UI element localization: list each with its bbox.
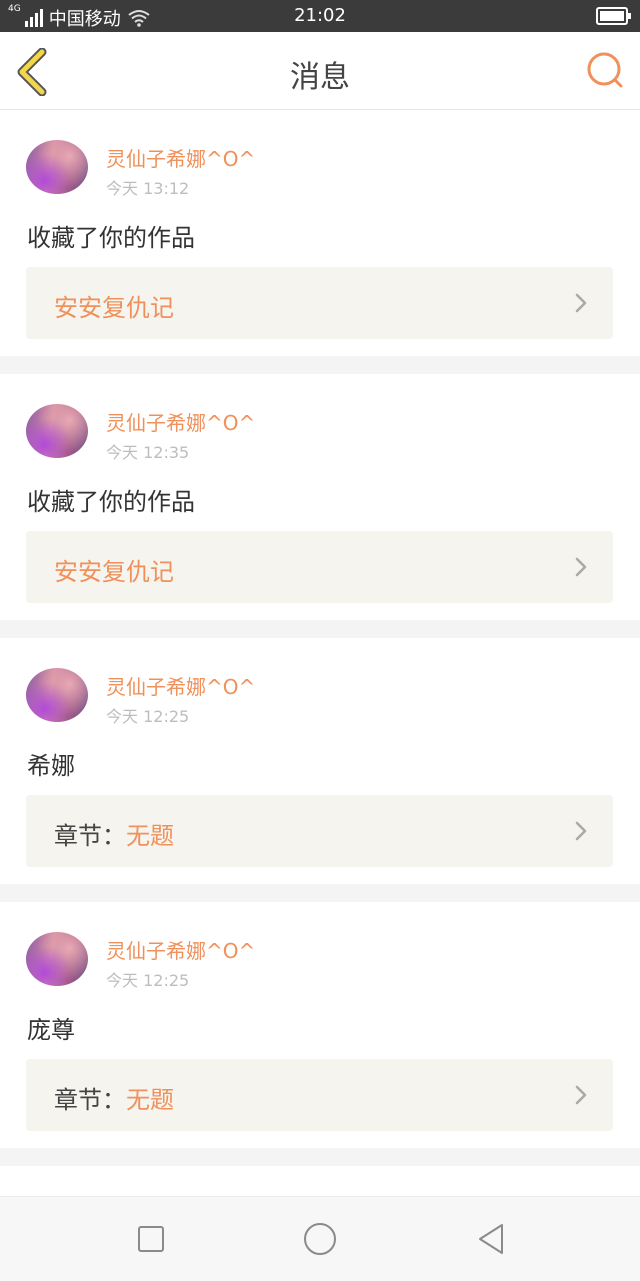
message-time: 今天 12:35	[106, 443, 190, 462]
status-bar: 4G 中国移动 21:02	[0, 0, 640, 32]
system-nav-bar	[0, 1196, 640, 1281]
message-text: 希娜	[27, 752, 75, 780]
battery-icon	[596, 7, 631, 25]
search-button[interactable]	[584, 50, 626, 92]
page-title: 消息	[290, 60, 350, 95]
message-card: 灵仙子希娜^O^ 今天 12:25 希娜 章节：无题	[0, 638, 640, 884]
message-text: 收藏了你的作品	[27, 224, 195, 252]
work-link[interactable]: 安安复仇记	[26, 531, 613, 603]
username[interactable]: 灵仙子希娜^O^	[106, 671, 255, 700]
home-button[interactable]	[302, 1221, 338, 1257]
message-time: 今天 12:25	[106, 707, 190, 726]
message-card: 灵仙子希娜^O^ 今天 12:25 庞尊 章节：无题	[0, 902, 640, 1148]
circle-icon	[304, 1223, 336, 1255]
work-title: 安安复仇记	[54, 294, 174, 322]
avatar[interactable]	[26, 404, 88, 458]
chapter-title: 无题	[126, 1086, 174, 1114]
recent-apps-button[interactable]	[133, 1221, 169, 1257]
chevron-right-icon	[575, 293, 587, 313]
message-card: 灵仙子希娜^O^ 今天 13:12 收藏了你的作品 安安复仇记	[0, 110, 640, 356]
link-prefix: 章节：	[54, 822, 126, 850]
message-text: 收藏了你的作品	[27, 488, 195, 516]
avatar[interactable]	[26, 668, 88, 722]
app-header: 消息	[0, 32, 640, 110]
search-icon	[587, 52, 623, 88]
avatar[interactable]	[26, 140, 88, 194]
work-link-text: 安安复仇记	[54, 288, 174, 323]
work-title: 安安复仇记	[54, 558, 174, 586]
message-text: 庞尊	[27, 1016, 75, 1044]
username[interactable]: 灵仙子希娜^O^	[106, 935, 255, 964]
message-time: 今天 13:12	[106, 179, 190, 198]
message-card: 灵仙子希娜^O^ 今天 12:35 收藏了你的作品 安安复仇记	[0, 374, 640, 620]
username[interactable]: 灵仙子希娜^O^	[106, 143, 255, 172]
work-link-text: 安安复仇记	[54, 552, 174, 587]
chapter-link[interactable]: 章节：无题	[26, 795, 613, 867]
chevron-right-icon	[575, 821, 587, 841]
chevron-right-icon	[575, 1085, 587, 1105]
username[interactable]: 灵仙子希娜^O^	[106, 407, 255, 436]
square-icon	[138, 1226, 164, 1252]
status-time: 21:02	[294, 5, 346, 26]
chapter-title: 无题	[126, 822, 174, 850]
link-prefix: 章节：	[54, 1086, 126, 1114]
work-link[interactable]: 安安复仇记	[26, 267, 613, 339]
avatar[interactable]	[26, 932, 88, 986]
chapter-link[interactable]: 章节：无题	[26, 1059, 613, 1131]
chapter-link-text: 章节：无题	[54, 816, 174, 851]
system-back-button[interactable]	[474, 1221, 510, 1257]
chapter-link-text: 章节：无题	[54, 1080, 174, 1115]
triangle-back-icon	[479, 1224, 503, 1254]
message-time: 今天 12:25	[106, 971, 190, 990]
chevron-right-icon	[575, 557, 587, 577]
